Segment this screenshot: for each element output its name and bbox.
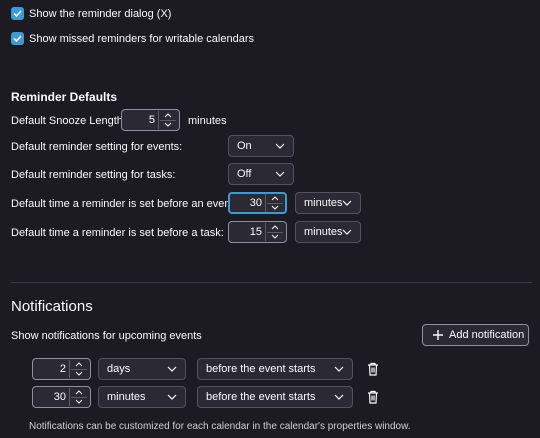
chevron-down-icon xyxy=(342,229,352,235)
snooze-unit-label: minutes xyxy=(188,115,227,127)
chevron-down-icon xyxy=(275,171,285,177)
add-notification-button[interactable]: Add notification xyxy=(422,324,529,346)
before-event-stepper[interactable]: 30 xyxy=(228,192,287,214)
before-task-value: 15 xyxy=(249,226,262,238)
before-event-unit-select[interactable]: minutes xyxy=(295,192,361,214)
chevron-down-icon[interactable] xyxy=(267,203,283,212)
snooze-length-label: Default Snooze Length: xyxy=(11,115,126,127)
before-task-stepper[interactable]: 15 xyxy=(228,221,287,243)
notification-1-amount: 2 xyxy=(59,363,66,375)
chevron-down-icon xyxy=(334,394,344,400)
notification-1-relation: before the event starts xyxy=(206,363,316,375)
chevron-down-icon xyxy=(167,366,177,372)
chevron-down-icon xyxy=(342,200,352,206)
show-missed-reminders-label: Show missed reminders for writable calen… xyxy=(29,33,254,45)
notification-2-amount: 30 xyxy=(53,391,66,403)
tasks-reminder-value: Off xyxy=(237,168,252,180)
chevron-down-icon[interactable] xyxy=(160,120,176,129)
before-event-unit-value: minutes xyxy=(304,197,343,209)
notifications-footnote: Notifications can be customized for each… xyxy=(29,421,411,432)
chevron-down-icon xyxy=(334,366,344,372)
trash-icon xyxy=(368,362,378,376)
show-reminder-dialog-label: Show the reminder dialog (X) xyxy=(29,8,172,20)
chevron-down-icon[interactable] xyxy=(267,232,283,241)
chevron-down-icon xyxy=(167,394,177,400)
stepper-buttons[interactable] xyxy=(265,223,284,241)
notification-1-amount-stepper[interactable]: 2 xyxy=(32,358,91,380)
notifications-title: Notifications xyxy=(11,298,93,315)
events-reminder-value: On xyxy=(237,140,252,152)
notification-2-amount-stepper[interactable]: 30 xyxy=(32,386,91,408)
snooze-length-stepper[interactable]: 5 xyxy=(121,109,180,131)
checkmark-icon xyxy=(13,35,22,43)
notification-1-unit: days xyxy=(107,363,131,375)
add-notification-label: Add notification xyxy=(449,329,525,341)
tasks-reminder-select[interactable]: Off xyxy=(228,163,294,185)
show-missed-reminders-checkbox[interactable] xyxy=(11,32,24,45)
before-event-value: 30 xyxy=(249,197,262,209)
before-task-unit-value: minutes xyxy=(304,226,343,238)
stepper-buttons[interactable] xyxy=(69,360,88,378)
tasks-reminder-label: Default reminder setting for tasks: xyxy=(11,169,176,181)
chevron-down-icon xyxy=(275,143,285,149)
notifications-show-label: Show notifications for upcoming events xyxy=(11,330,202,342)
notification-2-delete-button[interactable] xyxy=(363,386,383,408)
chevron-down-icon[interactable] xyxy=(71,397,87,406)
notification-1-relation-select[interactable]: before the event starts xyxy=(197,358,353,380)
reminder-defaults-heading: Reminder Defaults xyxy=(11,90,118,104)
notification-2-unit: minutes xyxy=(107,391,146,403)
notification-2-unit-select[interactable]: minutes xyxy=(98,386,186,408)
checkmark-icon xyxy=(13,10,22,18)
before-task-unit-select[interactable]: minutes xyxy=(295,221,361,243)
snooze-length-value: 5 xyxy=(148,114,155,126)
notification-2-relation-select[interactable]: before the event starts xyxy=(197,386,353,408)
before-task-label: Default time a reminder is set before a … xyxy=(11,227,224,239)
plus-icon xyxy=(433,330,443,340)
trash-icon xyxy=(368,390,378,404)
events-reminder-label: Default reminder setting for events: xyxy=(11,141,183,153)
stepper-buttons[interactable] xyxy=(158,111,177,129)
chevron-down-icon[interactable] xyxy=(71,369,87,378)
stepper-buttons[interactable] xyxy=(69,388,88,406)
before-event-label: Default time a reminder is set before an… xyxy=(11,198,237,210)
section-divider xyxy=(11,282,532,283)
stepper-buttons[interactable] xyxy=(265,194,284,212)
show-reminder-dialog-checkbox[interactable] xyxy=(11,7,24,20)
events-reminder-select[interactable]: On xyxy=(228,135,294,157)
notification-2-relation: before the event starts xyxy=(206,391,316,403)
notification-1-unit-select[interactable]: days xyxy=(98,358,186,380)
notification-1-delete-button[interactable] xyxy=(363,358,383,380)
